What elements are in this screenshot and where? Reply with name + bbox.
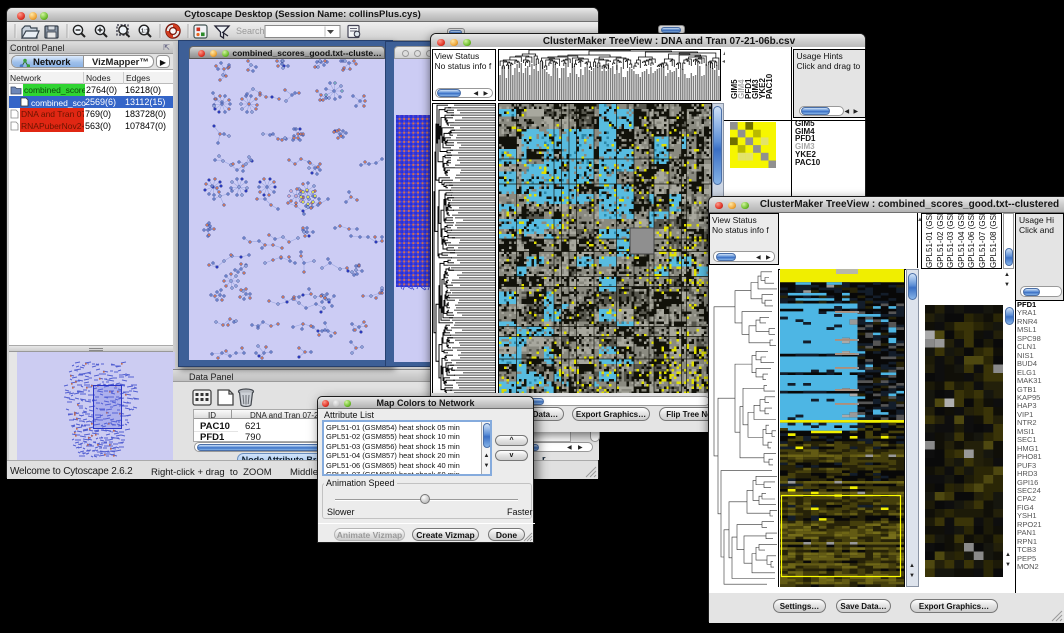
svg-text:Search:: Search:: [236, 26, 267, 36]
